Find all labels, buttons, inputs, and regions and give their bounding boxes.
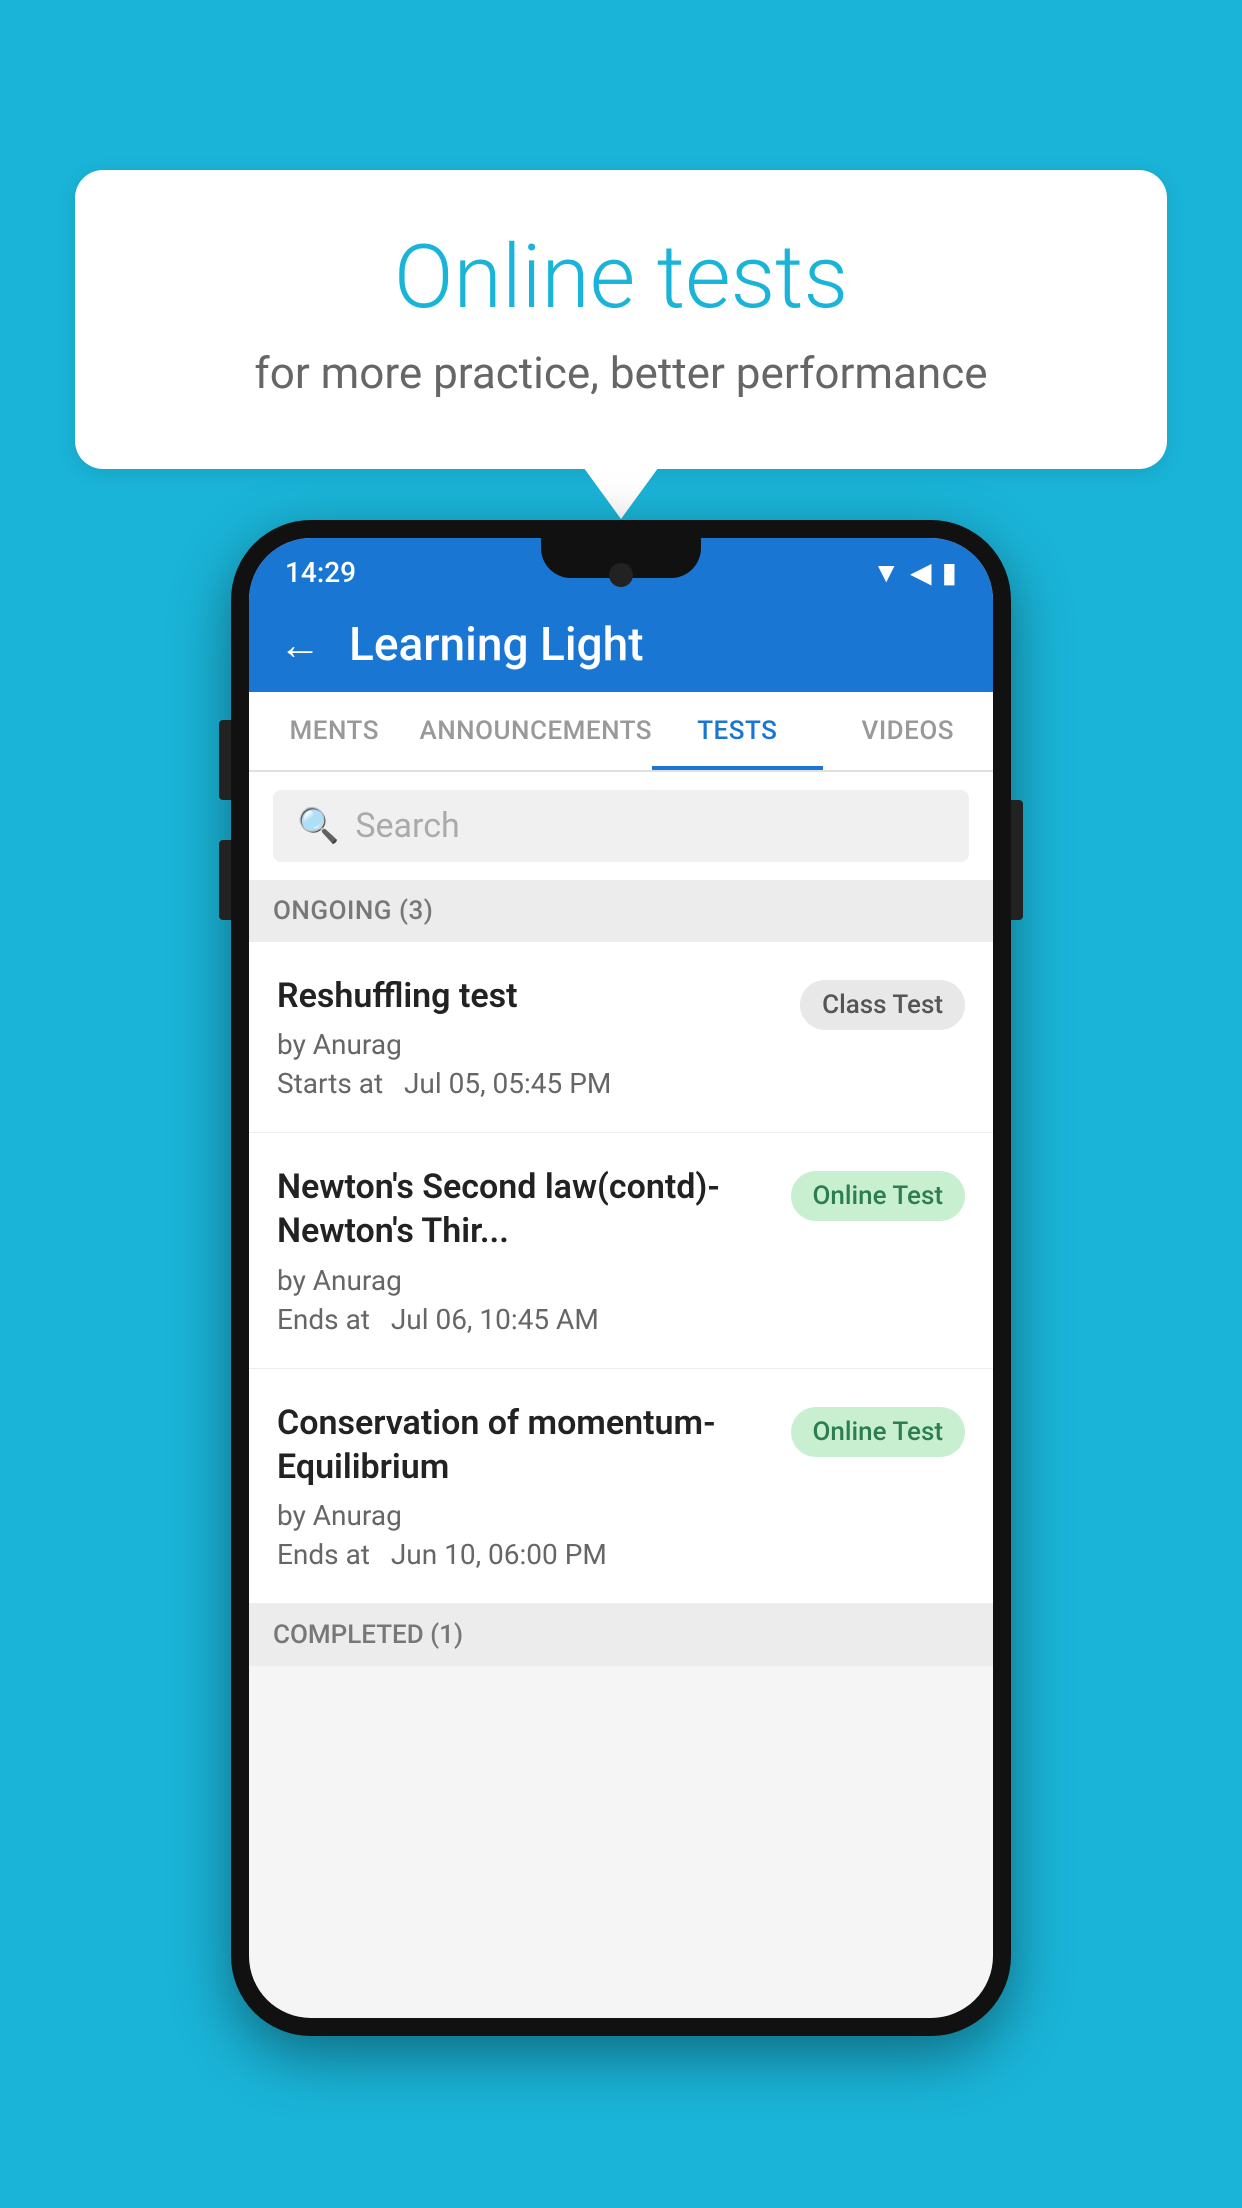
test-time: Ends at Jul 06, 10:45 AM <box>277 1303 771 1336</box>
tabs-bar: MENTS ANNOUNCEMENTS TESTS VIDEOS <box>249 692 993 772</box>
test-info: Newton's Second law(contd)-Newton's Thir… <box>277 1165 791 1335</box>
tab-ments[interactable]: MENTS <box>249 692 419 770</box>
test-name: Conservation of momentum-Equilibrium <box>277 1401 771 1489</box>
test-author: by Anurag <box>277 1264 771 1297</box>
tab-announcements[interactable]: ANNOUNCEMENTS <box>419 692 652 770</box>
signal-icon: ◀ <box>910 556 932 589</box>
bubble-title: Online tests <box>145 230 1097 327</box>
phone-frame: 14:29 ▼ ◀ ▮ ← Learning Light MENTS ANNOU… <box>231 520 1011 2036</box>
time-label: Starts at <box>277 1067 383 1100</box>
time-value: Jul 05, 05:45 PM <box>404 1067 611 1100</box>
search-box[interactable]: 🔍 Search <box>273 790 969 862</box>
test-info: Conservation of momentum-Equilibrium by … <box>277 1401 791 1571</box>
front-camera <box>609 563 633 587</box>
wifi-icon: ▼ <box>872 556 900 589</box>
speech-bubble: Online tests for more practice, better p… <box>75 170 1167 469</box>
tab-tests[interactable]: TESTS <box>652 692 822 770</box>
test-badge-online: Online Test <box>791 1171 966 1221</box>
test-item[interactable]: Conservation of momentum-Equilibrium by … <box>249 1369 993 1604</box>
app-header: ← Learning Light <box>249 598 993 692</box>
completed-section-header: COMPLETED (1) <box>249 1604 993 1666</box>
time-label: Ends at <box>277 1303 370 1336</box>
time-value: Jul 06, 10:45 AM <box>391 1303 599 1336</box>
time-label: Ends at <box>277 1538 370 1571</box>
battery-icon: ▮ <box>942 556 957 589</box>
app-title: Learning Light <box>349 618 644 672</box>
test-badge-class: Class Test <box>800 980 965 1030</box>
completed-title: COMPLETED (1) <box>273 1620 463 1650</box>
test-time: Ends at Jun 10, 06:00 PM <box>277 1538 771 1571</box>
search-container: 🔍 Search <box>249 772 993 880</box>
ongoing-section-header: ONGOING (3) <box>249 880 993 942</box>
phone-notch <box>541 538 701 578</box>
test-name: Newton's Second law(contd)-Newton's Thir… <box>277 1165 771 1253</box>
test-item[interactable]: Reshuffling test by Anurag Starts at Jul… <box>249 942 993 1133</box>
volume-up-button <box>219 720 231 800</box>
status-time: 14:29 <box>285 556 356 589</box>
ongoing-title: ONGOING (3) <box>273 896 433 926</box>
volume-down-button <box>219 840 231 920</box>
test-author: by Anurag <box>277 1499 771 1532</box>
status-icons: ▼ ◀ ▮ <box>872 556 957 589</box>
back-button[interactable]: ← <box>279 621 321 670</box>
tab-videos[interactable]: VIDEOS <box>823 692 993 770</box>
power-button <box>1011 800 1023 920</box>
test-info: Reshuffling test by Anurag Starts at Jul… <box>277 974 800 1100</box>
test-author: by Anurag <box>277 1028 780 1061</box>
phone-screen: 14:29 ▼ ◀ ▮ ← Learning Light MENTS ANNOU… <box>249 538 993 2018</box>
test-name: Reshuffling test <box>277 974 780 1018</box>
time-value: Jun 10, 06:00 PM <box>391 1538 607 1571</box>
bubble-subtitle: for more practice, better performance <box>145 347 1097 399</box>
test-item[interactable]: Newton's Second law(contd)-Newton's Thir… <box>249 1133 993 1368</box>
search-icon: 🔍 <box>297 806 339 846</box>
test-time: Starts at Jul 05, 05:45 PM <box>277 1067 780 1100</box>
search-input[interactable]: Search <box>355 806 459 846</box>
test-badge-online: Online Test <box>791 1407 966 1457</box>
